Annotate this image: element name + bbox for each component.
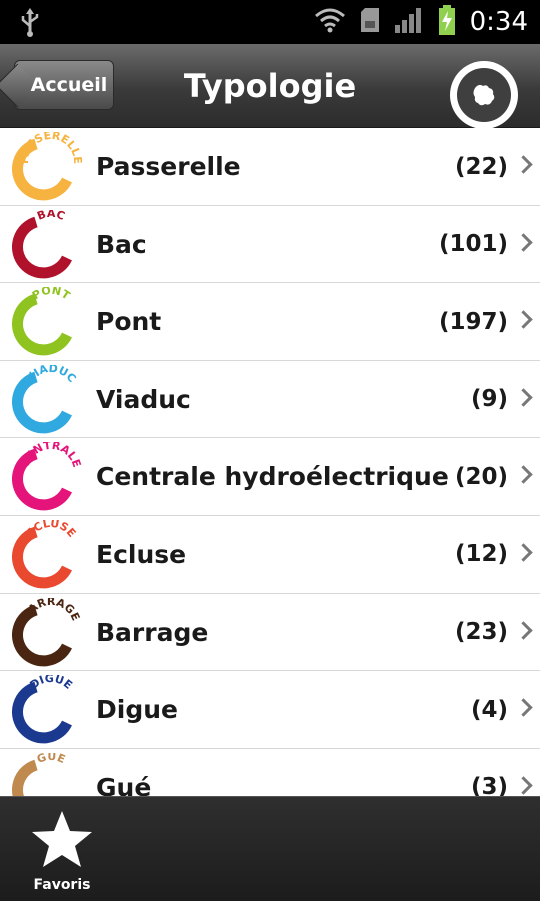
category-logo-text: GUE [35,750,67,766]
category-logo-icon: PASSERELLE [12,129,84,202]
category-logo-icon: GUE [12,750,82,796]
category-logo-icon: BARRAGE [12,595,82,668]
usb-icon [18,8,42,42]
chevron-right-icon [514,155,533,174]
list-item[interactable]: BARRAGE Barrage (23) [0,594,540,672]
category-logo-text: PASSERELLE [18,129,84,165]
category-logo-text: CENTRALE [19,439,84,469]
chevron-right-icon [514,698,533,717]
list-item[interactable]: ECLUSE Ecluse (12) [0,516,540,594]
category-logo-text: BAC [35,207,66,223]
svg-text:DIGUE: DIGUE [27,675,74,692]
list-item[interactable]: GUE Gué (3) [0,749,540,796]
list-item[interactable]: PASSERELLE Passerelle (22) [0,128,540,206]
item-count: (101) [438,231,508,258]
item-label: Bac [96,229,147,259]
category-logo-icon: CENTRALE [12,439,83,512]
list-item[interactable]: CENTRALE Centrale hydroélectrique (20) [0,438,540,516]
svg-text:CENTRALE: CENTRALE [19,442,82,469]
map-icon [457,68,511,122]
chevron-right-icon [514,465,533,485]
svg-text:ECLUSE: ECLUSE [24,520,79,540]
svg-text:VIADUC: VIADUC [23,365,78,385]
chevron-right-icon [514,310,533,329]
item-count: (23) [454,619,508,646]
favorites-button[interactable]: Favoris [18,807,106,893]
item-count: (22) [454,153,508,180]
item-label: Viaduc [96,384,191,414]
svg-text:GUE: GUE [35,753,67,766]
item-label: Gué [96,772,152,796]
sd-card-icon [360,7,380,37]
item-count: (12) [454,541,508,568]
battery-charging-icon [438,5,456,39]
item-label: Centrale hydroélectrique [96,462,449,492]
item-count: (20) [454,463,508,490]
item-label: Passerelle [96,152,241,181]
category-logo-icon: DIGUE [12,672,82,745]
clock: 0:34 [469,7,528,37]
chevron-right-icon [514,543,533,562]
item-count: (197) [438,308,508,335]
svg-text:PASSERELLE: PASSERELLE [18,132,82,164]
svg-text:PONT: PONT [30,287,73,303]
category-logo-icon: PONT [12,284,82,357]
wifi-icon [314,7,346,37]
item-count: (3) [470,774,508,796]
item-label: Digue [96,695,178,725]
item-count: (4) [470,696,508,723]
chevron-right-icon [514,620,533,640]
chevron-right-icon [514,232,533,252]
favorites-label: Favoris [33,877,91,893]
category-logo-text: PONT [30,284,73,303]
list-item[interactable]: DIGUE Digue (4) [0,671,540,749]
typology-list: PASSERELLEPasserelle(22)BACBac(101)PONTP… [0,128,540,796]
chevron-right-icon [514,388,533,407]
svg-text:BAC: BAC [35,210,66,223]
status-bar: 0:34 [0,0,540,44]
back-button-label: Accueil [30,74,108,96]
item-count: (9) [470,386,508,413]
chevron-right-icon [514,776,533,795]
map-button[interactable] [450,61,518,129]
list-item[interactable]: PONT Pont (197) [0,283,540,361]
category-logo-icon: BAC [12,207,82,280]
star-icon [18,807,106,875]
list-item[interactable]: BAC Bac (101) [0,206,540,284]
bottom-bar: Favoris [0,796,540,901]
category-logo-icon: VIADUC [12,362,82,435]
page-title: Typologie [183,66,357,105]
list-item[interactable]: VIADUC Viaduc (9) [0,361,540,439]
item-label: Ecluse [96,539,187,569]
item-label: Barrage [96,617,209,647]
back-button[interactable]: Accueil [14,60,114,110]
category-logo-icon: ECLUSE [12,517,82,590]
category-logo-text: ECLUSE [24,517,79,540]
item-label: Pont [96,307,162,337]
category-logo-text: DIGUE [27,672,74,692]
signal-icon [394,7,424,37]
category-logo-text: VIADUC [23,362,78,385]
